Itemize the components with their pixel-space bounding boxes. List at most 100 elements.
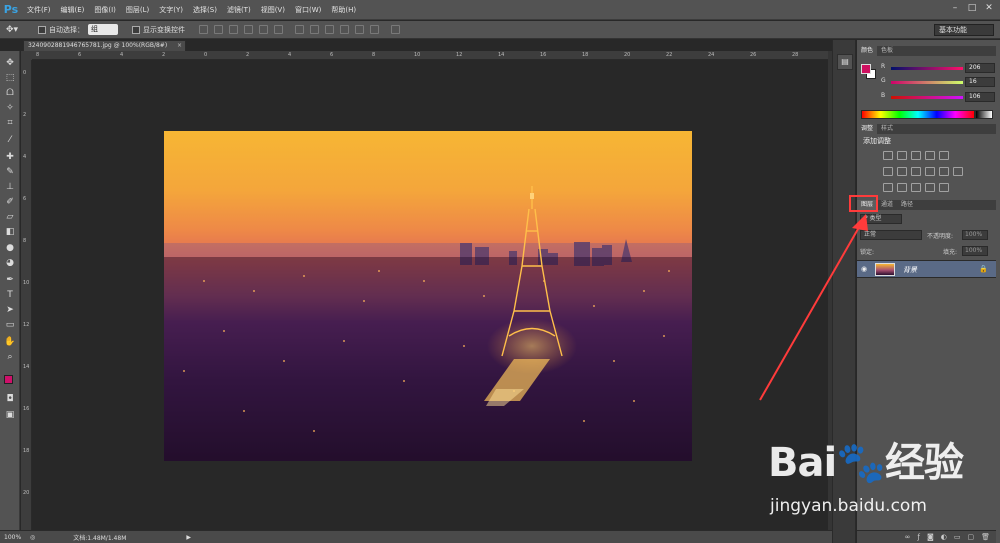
gradient-map-icon[interactable] (925, 183, 935, 192)
history-panel-icon[interactable]: ▤ (837, 54, 853, 70)
selective-color-icon[interactable] (939, 183, 949, 192)
dodge-tool-icon[interactable]: ◕ (0, 256, 20, 270)
green-track[interactable] (891, 81, 963, 84)
layer-style-icon[interactable]: ƒ (917, 533, 919, 541)
blue-slider[interactable]: B 106 (881, 92, 999, 102)
distribute-right-icon[interactable] (370, 25, 379, 34)
color-spectrum[interactable] (861, 110, 975, 119)
tab-color[interactable]: 颜色 (857, 46, 878, 56)
marquee-tool-icon[interactable]: ⬚ (0, 71, 20, 85)
blue-value[interactable]: 106 (965, 92, 995, 102)
gradient-tool-icon[interactable]: ◧ (0, 225, 20, 239)
link-layers-icon[interactable]: ∞ (905, 533, 911, 541)
brush-tool-icon[interactable]: ✎ (0, 165, 20, 179)
stamp-tool-icon[interactable]: ⊥ (0, 180, 20, 194)
history-brush-icon[interactable]: ✐ (0, 195, 20, 209)
tab-adjustments[interactable]: 调整 (857, 124, 878, 134)
hand-tool-icon[interactable]: ✋ (0, 335, 20, 349)
red-value[interactable]: 206 (965, 63, 995, 73)
adjustment-layer-icon[interactable]: ◐ (941, 533, 947, 541)
menu-select[interactable]: 选择(S) (188, 0, 222, 20)
close-window-button[interactable]: ✕ (982, 2, 996, 15)
foreground-color-swatch[interactable] (4, 375, 13, 384)
vibrance-icon[interactable] (939, 151, 949, 160)
layer-kind-filter[interactable]: P 类型 (860, 214, 902, 224)
document-tab[interactable]: 3240902881946765781.jpg @ 100%(RGB/8#) × (23, 40, 186, 51)
crop-tool-icon[interactable]: ⌗ (0, 116, 20, 130)
distribute-left-icon[interactable] (340, 25, 349, 34)
invert-icon[interactable] (883, 183, 893, 192)
distribute-bottom-icon[interactable] (325, 25, 334, 34)
brightness-icon[interactable] (883, 151, 893, 160)
zoom-tool-icon[interactable]: ⌕ (0, 350, 20, 364)
eraser-tool-icon[interactable]: ▱ (0, 210, 20, 224)
color-fg-swatch[interactable] (861, 64, 871, 74)
tab-styles[interactable]: 样式 (877, 124, 897, 134)
layer-name[interactable]: 背景 (903, 265, 917, 275)
threshold-icon[interactable] (911, 183, 921, 192)
black-white-icon[interactable] (911, 167, 921, 176)
color-balance-icon[interactable] (897, 167, 907, 176)
new-group-icon[interactable]: ▭ (954, 533, 961, 541)
horizontal-ruler[interactable]: 8 6 4 2 0 2 4 6 8 10 12 14 16 18 20 22 24 26 28 (32, 51, 828, 60)
exposure-icon[interactable] (925, 151, 935, 160)
pen-tool-icon[interactable]: ✒ (0, 273, 20, 287)
posterize-icon[interactable] (897, 183, 907, 192)
auto-align-icon[interactable] (391, 25, 400, 34)
blend-mode-dropdown[interactable]: 正常 (860, 230, 922, 240)
document-image[interactable] (164, 131, 692, 461)
lasso-tool-icon[interactable]: ᗝ (0, 86, 20, 100)
show-transform-checkbox[interactable] (132, 25, 140, 34)
quick-mask-icon[interactable]: ◘ (0, 392, 20, 406)
red-slider[interactable]: R 206 (881, 63, 999, 73)
blur-tool-icon[interactable]: ● (0, 241, 20, 255)
quick-select-tool-icon[interactable]: ✧ (0, 101, 20, 115)
curves-icon[interactable] (911, 151, 921, 160)
align-right-icon[interactable] (274, 25, 283, 34)
tab-paths[interactable]: 路径 (897, 200, 917, 210)
align-top-icon[interactable] (199, 25, 208, 34)
photo-filter-icon[interactable] (925, 167, 935, 176)
distribute-hcenter-icon[interactable] (355, 25, 364, 34)
close-document-icon[interactable]: × (177, 41, 182, 51)
grayscale-ramp[interactable] (975, 110, 993, 119)
menu-view[interactable]: 视图(V) (256, 0, 290, 20)
shape-tool-icon[interactable]: ▭ (0, 318, 20, 332)
type-tool-icon[interactable]: T (0, 288, 20, 302)
tab-swatches[interactable]: 色板 (877, 46, 897, 56)
levels-icon[interactable] (897, 151, 907, 160)
menu-file[interactable]: 文件(F) (22, 0, 56, 20)
visibility-eye-icon[interactable]: ◉ (861, 265, 867, 273)
fill-input[interactable]: 100% (962, 246, 988, 256)
layer-row-background[interactable]: ◉ 背景 🔒 (857, 260, 996, 278)
screen-mode-icon[interactable]: ▣ (0, 408, 20, 422)
menu-type[interactable]: 文字(Y) (154, 0, 188, 20)
new-layer-icon[interactable]: ▢ (967, 533, 974, 541)
status-arrow-icon[interactable]: ▶ (186, 534, 191, 541)
eyedropper-tool-icon[interactable]: ⁄ (0, 133, 20, 147)
menu-edit[interactable]: 编辑(E) (56, 0, 90, 20)
menu-layer[interactable]: 图层(L) (121, 0, 154, 20)
path-select-tool-icon[interactable]: ➤ (0, 303, 20, 317)
status-menu-icon[interactable]: ◎ (30, 534, 35, 541)
menu-image[interactable]: 图像(I) (89, 0, 121, 20)
align-left-icon[interactable] (244, 25, 253, 34)
auto-select-checkbox[interactable] (38, 25, 46, 34)
align-bottom-icon[interactable] (229, 25, 238, 34)
channel-mixer-icon[interactable] (939, 167, 949, 176)
move-tool-icon[interactable]: ✥ (0, 56, 20, 70)
opacity-input[interactable]: 100% (962, 230, 988, 240)
menu-filter[interactable]: 滤镜(T) (222, 0, 256, 20)
menu-help[interactable]: 帮助(H) (326, 0, 361, 20)
move-tool-preset-icon[interactable]: ✥▾ (6, 25, 32, 35)
workspace-dropdown[interactable]: 基本功能 (934, 24, 994, 36)
hue-saturation-icon[interactable] (883, 167, 893, 176)
red-track[interactable] (891, 67, 963, 70)
blue-track[interactable] (891, 96, 963, 99)
color-lookup-icon[interactable] (953, 167, 963, 176)
minimize-button[interactable]: – (948, 2, 962, 15)
green-slider[interactable]: G 16 (881, 77, 999, 87)
distribute-top-icon[interactable] (295, 25, 304, 34)
green-value[interactable]: 16 (965, 77, 995, 87)
distribute-vcenter-icon[interactable] (310, 25, 319, 34)
